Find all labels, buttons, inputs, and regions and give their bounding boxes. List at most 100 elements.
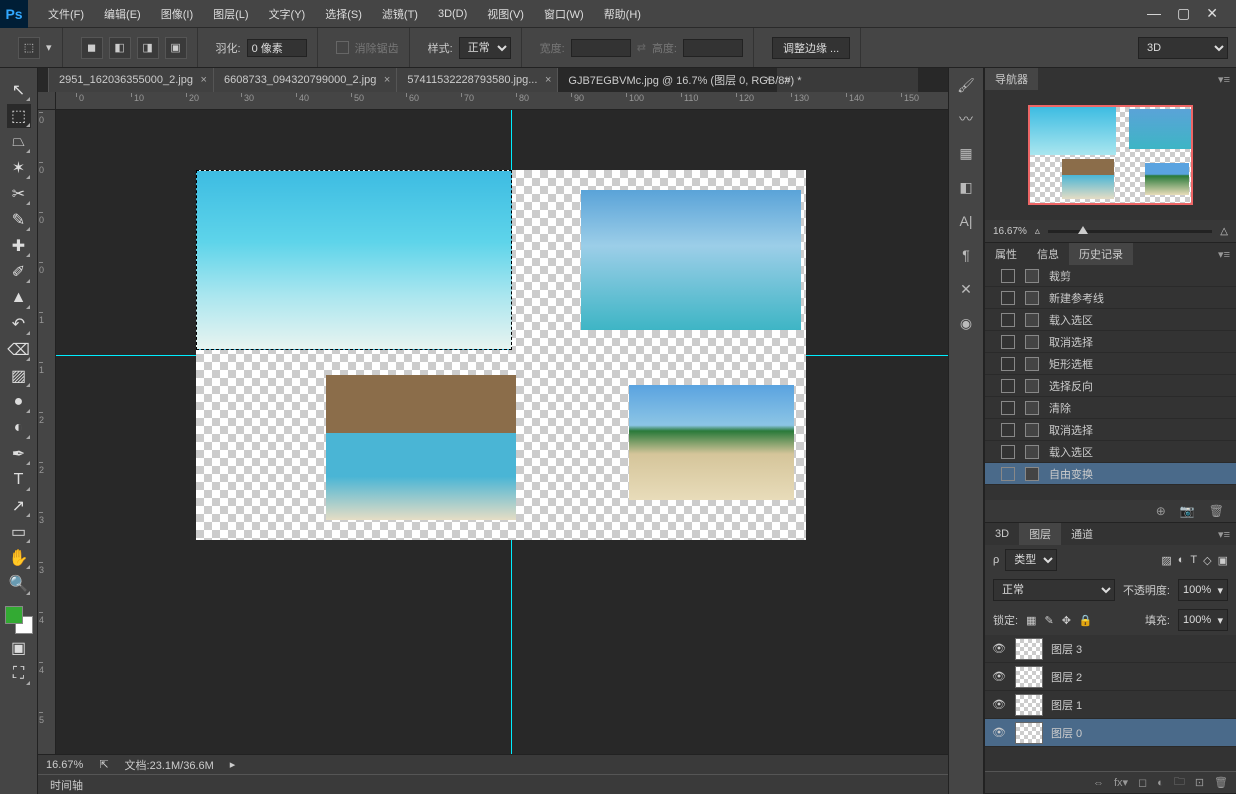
visibility-toggle-icon[interactable]: 👁 — [991, 726, 1007, 739]
workspace-select[interactable]: 3D — [1138, 37, 1228, 59]
close-icon[interactable]: × — [765, 74, 771, 86]
history-item[interactable]: 选择反向 — [985, 375, 1236, 397]
filter-text-icon[interactable]: T — [1190, 554, 1197, 566]
vertical-ruler[interactable]: 000011223344556 — [38, 110, 56, 774]
shape-tool-icon[interactable]: ▭ — [7, 520, 31, 544]
feather-input[interactable] — [247, 39, 307, 57]
history-delete-icon[interactable]: 🗑 — [1209, 504, 1224, 518]
brush-panel-icon[interactable]: 🖌 — [949, 68, 983, 102]
3d-tab[interactable]: 3D — [985, 525, 1019, 543]
selection-intersect-icon[interactable]: ▣ — [165, 37, 187, 59]
zoom-readout[interactable]: 16.67% — [46, 759, 83, 771]
marquee-tool-icon[interactable]: ⬚ — [7, 104, 31, 128]
canvas[interactable] — [196, 170, 806, 540]
filter-shape-icon[interactable]: ◇ — [1203, 554, 1211, 567]
layer-name[interactable]: 图层 0 — [1051, 725, 1082, 741]
lasso-tool-icon[interactable]: ⏢ — [7, 130, 31, 154]
filter-pixel-icon[interactable]: ▨ — [1161, 554, 1171, 567]
lock-pixels-icon[interactable]: ✎ — [1044, 614, 1053, 627]
navigator-preview[interactable] — [985, 90, 1236, 220]
document-tab[interactable]: 57411532228793580.jpg...× — [396, 68, 557, 92]
layer-new-icon[interactable]: ⊡ — [1195, 776, 1204, 789]
panel-menu-icon[interactable]: ▾≡ — [1218, 73, 1236, 86]
filter-adjust-icon[interactable]: ◐ — [1178, 554, 1185, 566]
brush-tool-icon[interactable]: ✐ — [7, 260, 31, 284]
document-tab[interactable]: 6608733_094320799000_2.jpg× — [213, 68, 396, 92]
selection-new-icon[interactable]: ◼ — [81, 37, 103, 59]
visibility-toggle-icon[interactable]: 👁 — [991, 642, 1007, 655]
lock-position-icon[interactable]: ✥ — [1062, 614, 1071, 627]
panel-menu-icon[interactable]: ▾≡ — [1218, 248, 1236, 261]
path-tool-icon[interactable]: ↗ — [7, 494, 31, 518]
selection-subtract-icon[interactable]: ◨ — [137, 37, 159, 59]
window-close-icon[interactable]: ✕ — [1206, 5, 1218, 22]
history-new-doc-icon[interactable]: ⊕ — [1156, 504, 1166, 518]
layer-filter-select[interactable]: 类型 — [1005, 549, 1057, 571]
navigator-zoom-readout[interactable]: 16.67% — [993, 226, 1027, 237]
history-item[interactable]: 取消选择 — [985, 331, 1236, 353]
history-item[interactable]: 矩形选框 — [985, 353, 1236, 375]
layer-name[interactable]: 图层 2 — [1051, 669, 1082, 685]
close-icon[interactable]: × — [545, 74, 551, 86]
filter-icon[interactable]: ρ — [993, 554, 999, 566]
document-tab[interactable]: GJB7EGBVMc.jpg @ 16.7% (图层 0, RGB/8#) *× — [557, 68, 777, 92]
history-item[interactable]: 裁剪 — [985, 265, 1236, 287]
eraser-tool-icon[interactable]: ⌫ — [7, 338, 31, 362]
blend-mode-select[interactable]: 正常 — [993, 579, 1115, 601]
history-tab[interactable]: 历史记录 — [1069, 243, 1133, 265]
zoom-tool-icon[interactable]: 🔍 — [7, 572, 31, 596]
menu-window[interactable]: 窗口(W) — [534, 0, 594, 28]
layers-tab[interactable]: 图层 — [1019, 523, 1061, 545]
zoom-out-icon[interactable]: ▵ — [1035, 226, 1040, 237]
channels-tab[interactable]: 通道 — [1061, 523, 1103, 545]
export-icon[interactable]: ⇱ — [99, 758, 108, 771]
selection-add-icon[interactable]: ◧ — [109, 37, 131, 59]
layer-thumbnail[interactable] — [1015, 722, 1043, 744]
history-item[interactable]: 取消选择 — [985, 419, 1236, 441]
layer-group-icon[interactable]: 🗀 — [1174, 773, 1185, 792]
menu-help[interactable]: 帮助(H) — [594, 0, 651, 28]
horizontal-ruler[interactable]: 0102030405060708090100110120130140150 — [56, 92, 948, 110]
layer-name[interactable]: 图层 3 — [1051, 641, 1082, 657]
chevron-right-icon[interactable]: ▸ — [230, 758, 236, 771]
quickmask-icon[interactable]: ▣ — [7, 636, 31, 660]
gradient-tool-icon[interactable]: ▨ — [7, 364, 31, 388]
opacity-input[interactable]: 100%▾ — [1178, 579, 1228, 601]
menu-image[interactable]: 图像(I) — [151, 0, 203, 28]
menu-3d[interactable]: 3D(D) — [428, 0, 477, 28]
navigator-zoom-slider[interactable] — [1048, 230, 1212, 233]
info-tab[interactable]: 信息 — [1027, 243, 1069, 265]
menu-layer[interactable]: 图层(L) — [203, 0, 258, 28]
magic-wand-tool-icon[interactable]: ✶ — [7, 156, 31, 180]
timeline-panel[interactable]: 时间轴 — [38, 774, 948, 794]
pen-tool-icon[interactable]: ✒ — [7, 442, 31, 466]
window-minimize-icon[interactable]: — — [1147, 5, 1161, 22]
image-layer-1[interactable] — [581, 190, 801, 330]
image-layer-3[interactable] — [629, 385, 794, 500]
window-maximize-icon[interactable]: ▢ — [1177, 5, 1190, 22]
history-brush-tool-icon[interactable]: ↶ — [7, 312, 31, 336]
cc-libraries-icon[interactable]: ◉ — [949, 306, 983, 340]
history-item[interactable]: 载入选区 — [985, 441, 1236, 463]
color-swatches[interactable] — [5, 606, 33, 634]
layer-link-icon[interactable]: ⇔ — [1093, 777, 1104, 789]
crop-tool-icon[interactable]: ✂ — [7, 182, 31, 206]
history-snapshot-icon[interactable]: 📷 — [1180, 504, 1195, 518]
filter-smart-icon[interactable]: ▣ — [1218, 554, 1228, 567]
menu-type[interactable]: 文字(Y) — [259, 0, 316, 28]
foreground-color-swatch[interactable] — [5, 606, 23, 624]
visibility-toggle-icon[interactable]: 👁 — [991, 698, 1007, 711]
stamp-tool-icon[interactable]: ▲ — [7, 286, 31, 310]
menu-select[interactable]: 选择(S) — [315, 0, 372, 28]
screenmode-icon[interactable]: ⛶ — [7, 662, 31, 686]
history-item[interactable]: 清除 — [985, 397, 1236, 419]
chevron-down-icon[interactable]: ▾ — [46, 41, 52, 54]
style-select[interactable]: 正常 — [459, 37, 511, 59]
brush-presets-icon[interactable]: 〰 — [949, 102, 983, 136]
fill-input[interactable]: 100%▾ — [1178, 609, 1228, 631]
visibility-toggle-icon[interactable]: 👁 — [991, 670, 1007, 683]
image-layer-0[interactable] — [196, 170, 512, 350]
history-item[interactable]: 自由变换 — [985, 463, 1236, 485]
layer-mask-icon[interactable]: ◻ — [1138, 776, 1147, 789]
menu-file[interactable]: 文件(F) — [38, 0, 94, 28]
